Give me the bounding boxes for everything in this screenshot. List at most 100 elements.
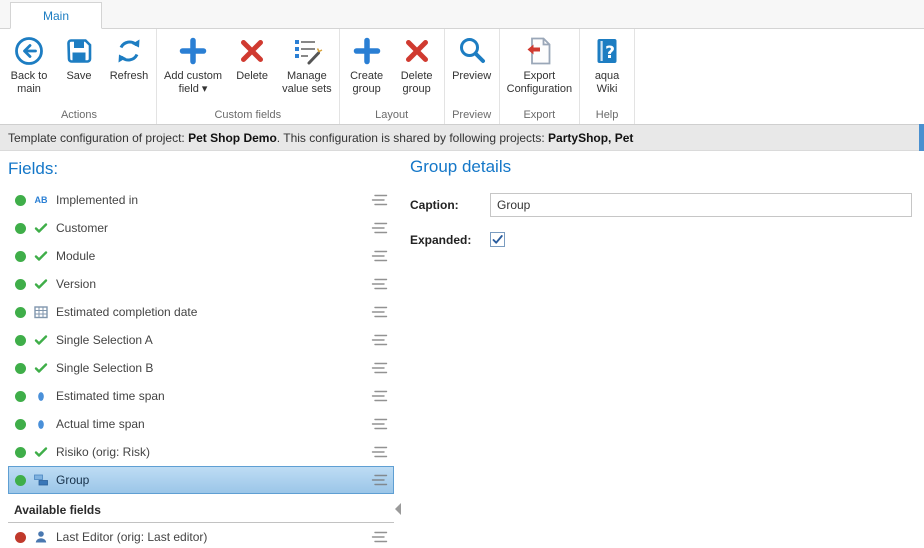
aqua-wiki-button[interactable]: ? aquaWiki xyxy=(582,30,632,98)
row-menu-icon[interactable] xyxy=(371,221,388,235)
delete-label: Delete xyxy=(236,70,268,96)
delete-button[interactable]: Delete xyxy=(227,30,277,98)
row-menu-icon[interactable] xyxy=(371,445,388,459)
export-configuration-button[interactable]: ExportConfiguration xyxy=(502,30,577,98)
field-label: Last Editor (orig: Last editor) xyxy=(56,530,364,544)
status-dot xyxy=(15,195,26,206)
create-group-button[interactable]: Creategroup xyxy=(342,30,392,98)
create-group-label: Creategroup xyxy=(350,70,383,96)
status-dot xyxy=(15,223,26,234)
field-row[interactable]: ABImplemented in xyxy=(8,186,394,214)
delete-group-button[interactable]: Deletegroup xyxy=(392,30,442,98)
field-label: Estimated time span xyxy=(56,389,364,403)
field-row[interactable]: Single Selection A xyxy=(8,326,394,354)
row-menu-icon[interactable] xyxy=(371,530,388,544)
value-sets-icon xyxy=(291,35,323,67)
status-dot xyxy=(15,251,26,262)
delete-x-icon xyxy=(401,35,433,67)
timespan-icon xyxy=(33,416,49,432)
back-icon xyxy=(13,35,45,67)
status-dot xyxy=(15,335,26,346)
row-menu-icon[interactable] xyxy=(371,333,388,347)
preview-label: Preview xyxy=(452,70,491,96)
main-content: Fields: ABImplemented inCustomerModule Ve… xyxy=(0,151,924,547)
add-custom-field-button[interactable]: Add customfield ▾ xyxy=(159,30,227,98)
info-bar: Template configuration of project: Pet S… xyxy=(0,125,924,151)
field-row[interactable]: Estimated completion date xyxy=(8,298,394,326)
ribbon-tab-strip: Main xyxy=(0,0,924,29)
expanded-label: Expanded: xyxy=(410,233,490,247)
preview-icon xyxy=(456,35,488,67)
svg-text:?: ? xyxy=(605,43,615,63)
caption-label: Caption: xyxy=(410,198,490,212)
ribbon-group-actions: Back tomain Save Refresh Actions xyxy=(2,29,157,124)
save-label: Save xyxy=(66,70,91,96)
collapse-panel-arrow-icon[interactable] xyxy=(395,503,401,515)
aqua-wiki-label: aquaWiki xyxy=(595,70,619,96)
delete-x-icon xyxy=(236,35,268,67)
status-dot xyxy=(15,532,26,543)
row-menu-icon[interactable] xyxy=(371,305,388,319)
field-row[interactable]: Module xyxy=(8,242,394,270)
refresh-button[interactable]: Refresh xyxy=(104,30,154,98)
save-button[interactable]: Save xyxy=(54,30,104,98)
status-dot xyxy=(15,307,26,318)
field-label: Version xyxy=(56,277,364,291)
back-to-main-button[interactable]: Back tomain xyxy=(4,30,54,98)
ribbon-group-export: ExportConfigurationExport xyxy=(500,29,580,124)
field-row[interactable]: Last Editor (orig: Last editor) xyxy=(8,523,394,548)
back-to-main-label: Back tomain xyxy=(11,70,48,96)
ribbon: Back tomainSaveRefreshActionsAdd customf… xyxy=(0,29,924,125)
field-row[interactable]: Actual time span xyxy=(8,410,394,438)
row-menu-icon[interactable] xyxy=(371,361,388,375)
info-bar-highlight: Pet Shop Demo xyxy=(188,131,277,145)
caption-input[interactable] xyxy=(490,193,912,217)
row-menu-icon[interactable] xyxy=(371,277,388,291)
row-menu-icon[interactable] xyxy=(371,389,388,403)
field-row[interactable]: Group xyxy=(8,466,394,494)
tab-main-label: Main xyxy=(43,9,69,23)
status-dot xyxy=(15,391,26,402)
status-dot xyxy=(15,363,26,374)
row-menu-icon[interactable] xyxy=(371,417,388,431)
window-edge xyxy=(919,124,924,152)
ribbon-group-caption: Actions xyxy=(4,107,154,124)
row-menu-icon[interactable] xyxy=(371,473,388,487)
checkmark-icon xyxy=(33,444,49,460)
field-label: Single Selection B xyxy=(56,361,364,375)
available-fields-header: Available fields xyxy=(8,497,394,523)
field-row[interactable]: Version xyxy=(8,270,394,298)
detail-row-caption: Caption: xyxy=(410,193,912,217)
field-label: Estimated completion date xyxy=(56,305,364,319)
ribbon-group-help: ?aquaWikiHelp xyxy=(580,29,635,124)
ribbon-group-custom-fields: Add customfield ▾ Delete Managevalue sets C… xyxy=(157,29,340,124)
detail-row-expanded: Expanded: xyxy=(410,232,912,247)
field-row[interactable]: Estimated time span xyxy=(8,382,394,410)
ribbon-group-caption: Custom fields xyxy=(159,107,337,124)
preview-button[interactable]: Preview xyxy=(447,30,497,98)
expanded-checkbox[interactable] xyxy=(490,232,505,247)
available-fields-list: Last Editor (orig: Last editor) xyxy=(8,523,394,548)
refresh-label: Refresh xyxy=(110,70,149,96)
tab-main[interactable]: Main xyxy=(10,2,102,29)
info-bar-highlight: PartyShop, Pet xyxy=(548,131,633,145)
checkmark-icon xyxy=(33,276,49,292)
field-row[interactable]: Risiko (orig: Risk) xyxy=(8,438,394,466)
fields-panel-title: Fields: xyxy=(8,159,394,179)
info-bar-text: Template configuration of project: xyxy=(8,131,188,145)
fields-panel: Fields: ABImplemented inCustomerModule Ve… xyxy=(8,151,394,548)
details-panel: Group details Caption:Expanded: xyxy=(410,151,912,262)
fields-list: ABImplemented inCustomerModule Version Est… xyxy=(8,186,394,494)
ribbon-group-caption: Preview xyxy=(447,107,497,124)
field-row[interactable]: Customer xyxy=(8,214,394,242)
manage-value-sets-button[interactable]: Managevalue sets xyxy=(277,30,337,98)
date-grid-icon xyxy=(33,304,49,320)
status-dot xyxy=(15,475,26,486)
status-dot xyxy=(15,279,26,290)
info-bar-text: . This configuration is shared by follow… xyxy=(277,131,548,145)
save-icon xyxy=(63,35,95,67)
row-menu-icon[interactable] xyxy=(371,249,388,263)
checkmark-icon xyxy=(33,248,49,264)
field-row[interactable]: Single Selection B xyxy=(8,354,394,382)
row-menu-icon[interactable] xyxy=(371,193,388,207)
